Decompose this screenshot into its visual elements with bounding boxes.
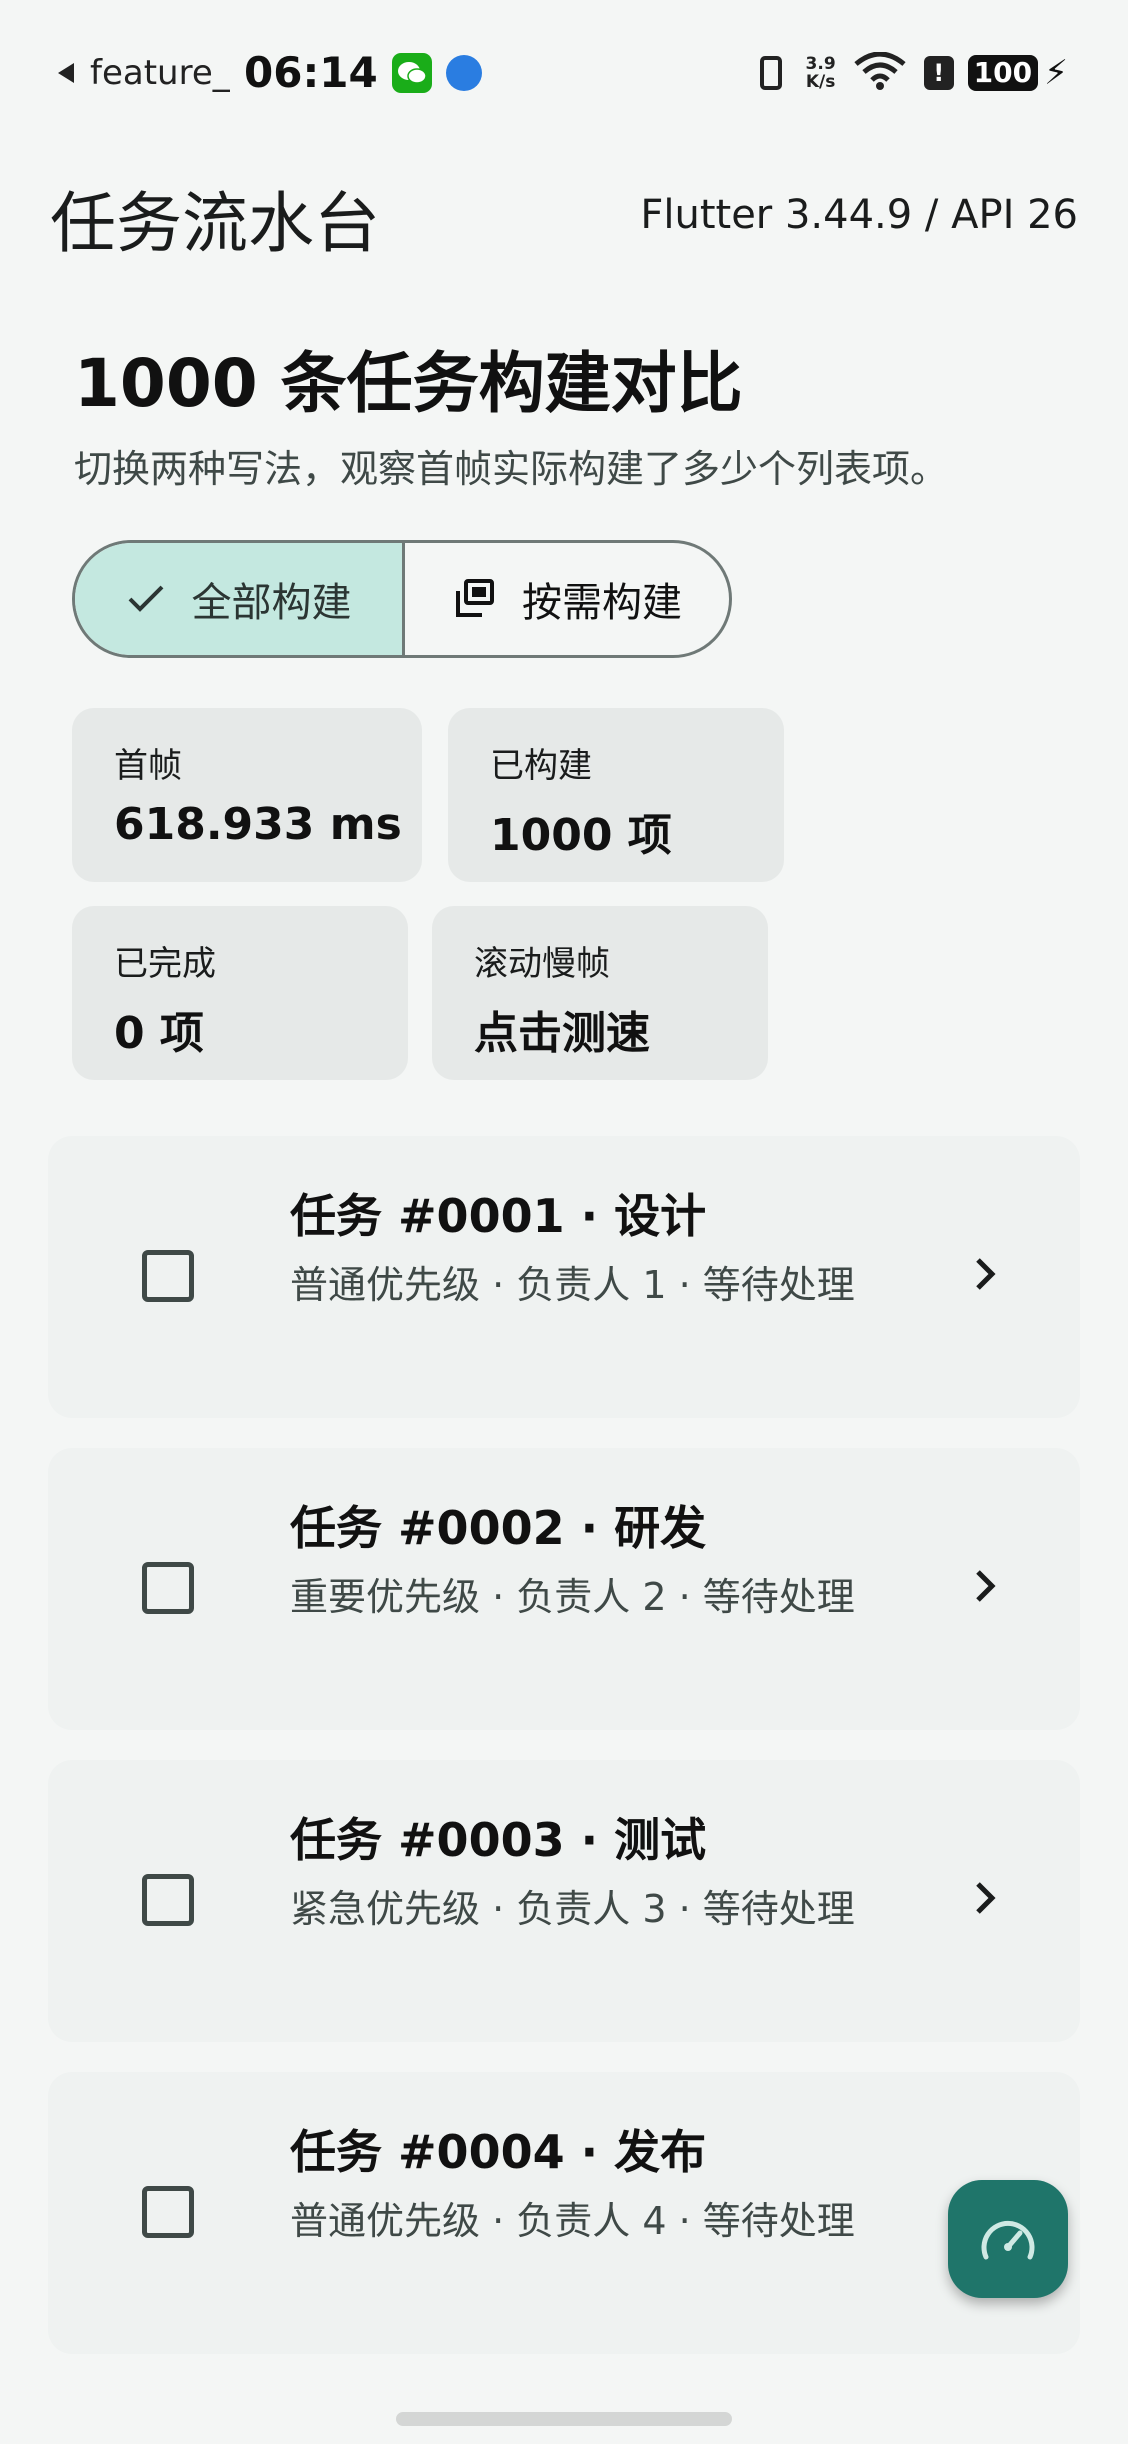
gesture-handle[interactable] [396,2412,732,2426]
segment-build-all[interactable]: 全部构建 [75,543,405,655]
wifi-icon [854,51,906,94]
stat-first-frame: 首帧 618.933 ms [72,708,422,882]
status-bar-left: feature_g 06:14 [58,48,482,97]
task-list-item[interactable]: 任务 #0001 · 设计 普通优先级 · 负责人 1 · 等待处理 [48,1136,1080,1418]
network-speed-value: 3.9 [805,54,836,74]
segment-build-all-label: 全部构建 [191,580,352,626]
task-checkbox[interactable] [142,1250,194,1302]
stat-value: 0 项 [114,1008,204,1059]
task-subtitle: 普通优先级 · 负责人 1 · 等待处理 [290,1263,855,1307]
speedometer-icon [981,2220,1035,2260]
task-title: 任务 #0001 · 设计 [290,1189,707,1243]
version-label: Flutter 3.44.9 / API 26 [640,192,1078,238]
page-headline: 1000 条任务构建对比 [74,345,743,422]
stat-value: 1000 项 [490,810,672,861]
vibrate-icon [759,56,782,90]
task-list-item[interactable]: 任务 #0003 · 测试 紧急优先级 · 负责人 3 · 等待处理 [48,1760,1080,2042]
segment-build-on-demand[interactable]: 按需构建 [405,543,729,655]
app-title: 任务流水台 [50,185,380,262]
check-icon [126,583,166,615]
globe-icon [445,54,482,91]
status-bar-right: 3.9 K/s ! 100 ⚡ [759,51,1068,94]
task-list-item[interactable]: 任务 #0002 · 研发 重要优先级 · 负责人 2 · 等待处理 [48,1448,1080,1730]
stat-label: 已构建 [490,746,592,786]
stat-label: 已完成 [114,944,216,984]
task-subtitle: 普通优先级 · 负责人 4 · 等待处理 [290,2199,855,2243]
status-time: 06:14 [244,48,378,97]
task-checkbox[interactable] [142,1562,194,1614]
back-arrow-icon [58,62,74,83]
network-speed-unit: K/s [805,72,836,92]
stat-value: 点击测速 [474,1008,650,1059]
stat-completed: 已完成 0 项 [72,906,408,1080]
battery-icon: 100 [967,55,1039,91]
network-speed: 3.9 K/s [806,55,836,91]
task-subtitle: 重要优先级 · 负责人 2 · 等待处理 [290,1575,855,1619]
chevron-right-icon [976,1258,996,1290]
stat-value: 618.933 ms [114,799,402,850]
stat-built: 已构建 1000 项 [448,708,784,882]
task-checkbox[interactable] [142,1874,194,1926]
wechat-icon [391,52,432,93]
build-mode-toggle: 全部构建 按需构建 [72,540,732,658]
status-bar: feature_g 06:14 3.9 K/s ! 100 ⚡ [0,0,1128,150]
page-description: 切换两种写法，观察首帧实际构建了多少个列表项。 [74,447,949,491]
stat-label: 首帧 [114,746,182,786]
alert-icon: ! [923,56,954,90]
chevron-right-icon [976,1882,996,1914]
measure-speed-fab[interactable] [948,2180,1068,2298]
task-checkbox[interactable] [142,2186,194,2238]
layers-icon [452,577,496,621]
segment-build-on-demand-label: 按需构建 [522,580,682,626]
stat-label: 滚动慢帧 [474,944,610,984]
status-app-name: feature_g [90,52,230,93]
chevron-right-icon [976,1570,996,1602]
charging-bolt-icon: ⚡ [1044,53,1068,93]
task-title: 任务 #0004 · 发布 [290,2125,707,2179]
stat-scroll-jank[interactable]: 滚动慢帧 点击测速 [432,906,768,1080]
task-title: 任务 #0003 · 测试 [290,1813,707,1867]
task-list-item[interactable]: 任务 #0004 · 发布 普通优先级 · 负责人 4 · 等待处理 [48,2072,1080,2354]
task-subtitle: 紧急优先级 · 负责人 3 · 等待处理 [290,1887,855,1931]
task-title: 任务 #0002 · 研发 [290,1501,707,1555]
